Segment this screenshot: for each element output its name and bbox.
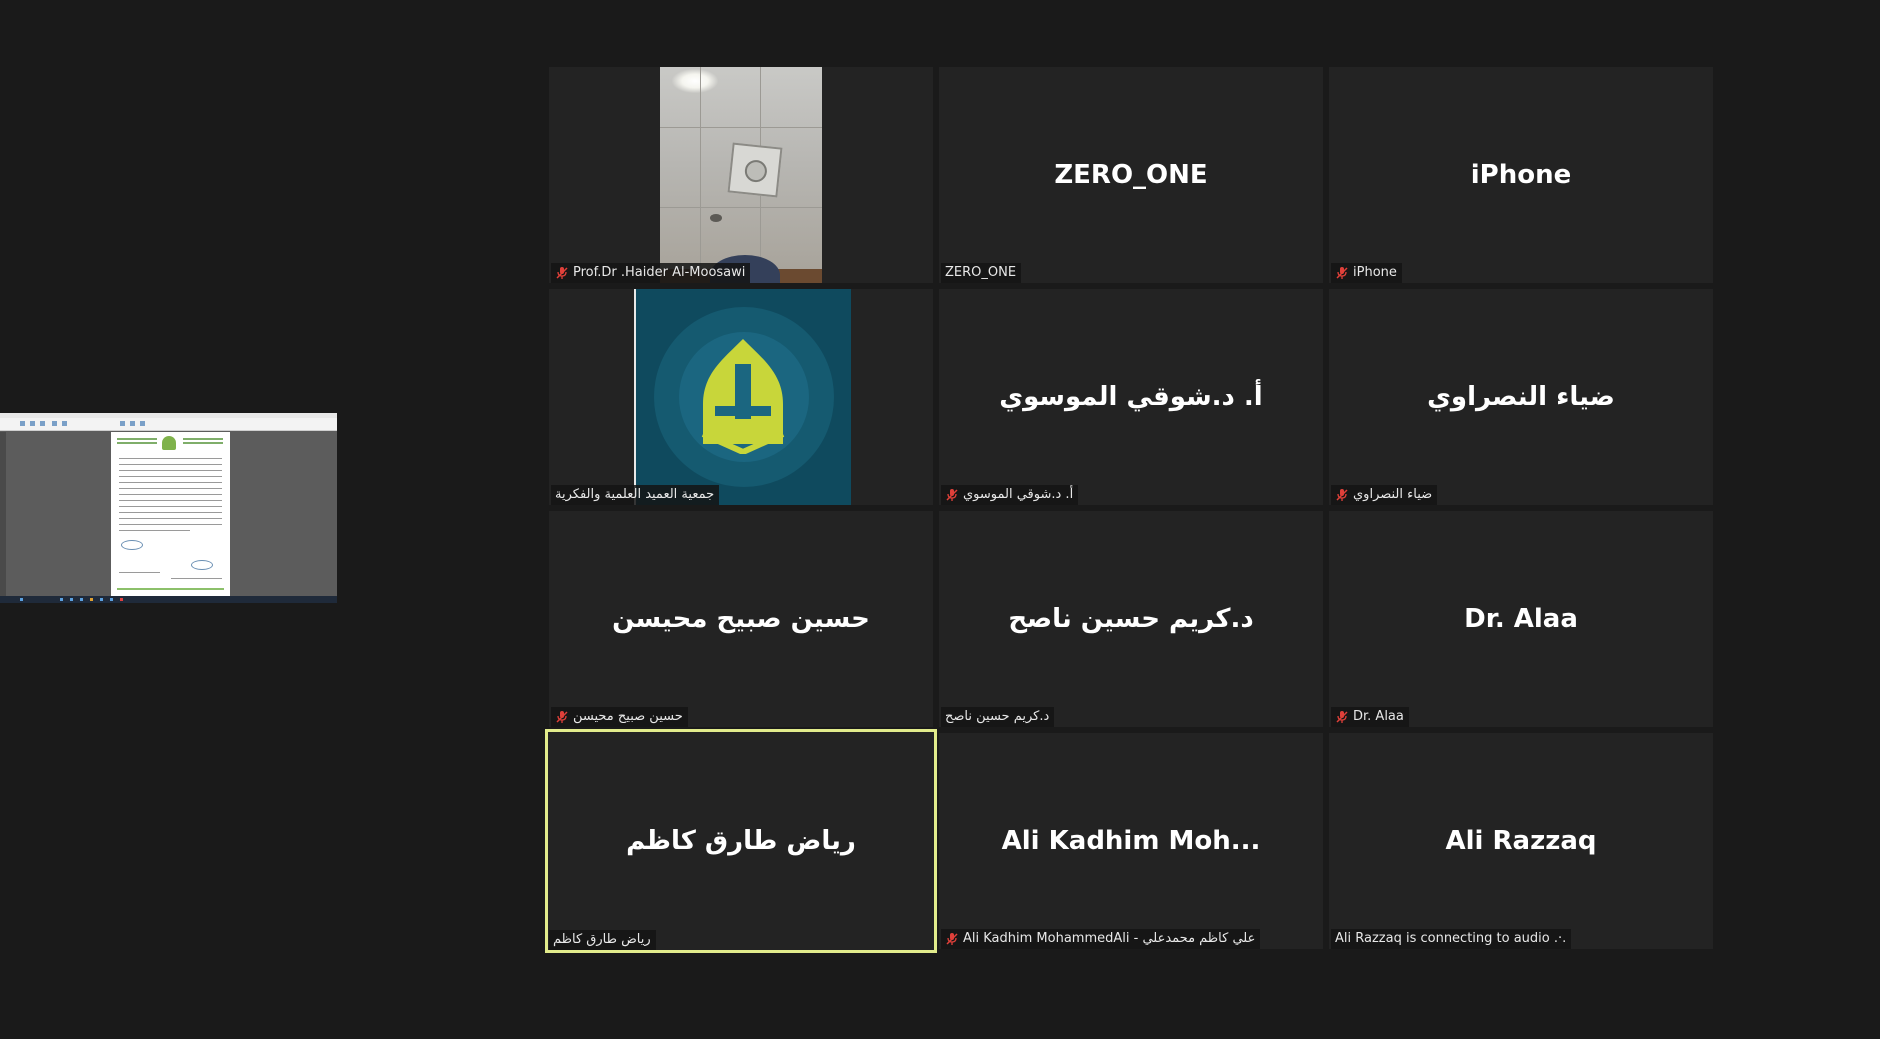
participant-profile-image xyxy=(634,289,851,505)
participant-name-tag: جمعية العميد العلمية والفكرية xyxy=(551,485,720,505)
participant-name-tag: أ. د.شوقي الموسوي xyxy=(941,485,1079,505)
document-logo-icon xyxy=(162,436,176,450)
participant-name-tag: Dr. Alaa xyxy=(1331,707,1409,727)
participant-name: جمعية العميد العلمية والفكرية xyxy=(555,487,715,502)
participant-name: رياض طارق كاظم xyxy=(553,932,651,947)
shared-document-page xyxy=(111,432,230,596)
microphone-muted-icon xyxy=(1336,489,1348,501)
participant-name: حسين صبيح محيسن xyxy=(573,709,683,724)
microphone-muted-icon xyxy=(556,267,568,279)
participant-status: Ali Razzaq is connecting to audio .·. xyxy=(1335,931,1567,946)
participant-name-tag: ZERO_ONE xyxy=(941,263,1022,283)
participant-tile-9[interactable]: Dr. Alaa Dr. Alaa xyxy=(1329,511,1713,727)
participant-display-name: حسين صبيح محيسن xyxy=(612,604,870,634)
microphone-muted-icon xyxy=(946,489,958,501)
ceiling-vent xyxy=(727,142,783,198)
participant-name-tag: حسين صبيح محيسن xyxy=(551,707,688,727)
participant-tile-5[interactable]: أ. د.شوقي الموسوي أ. د.شوقي الموسوي xyxy=(939,289,1323,505)
participant-tile-6[interactable]: ضياء النصراوي ضياء النصراوي xyxy=(1329,289,1713,505)
participant-display-name: رياض طارق كاظم xyxy=(626,826,856,856)
participant-display-name: أ. د.شوقي الموسوي xyxy=(999,382,1263,412)
participant-display-name: ضياء النصراوي xyxy=(1427,382,1615,412)
participant-video xyxy=(660,67,822,283)
share-toolbar xyxy=(0,418,337,431)
participant-name: Ali Kadhim MohammedAli - علي كاظم محمدعل… xyxy=(963,931,1256,946)
participant-name: ZERO_ONE xyxy=(945,265,1017,280)
microphone-muted-icon xyxy=(946,933,958,945)
participant-tile-3[interactable]: iPhone iPhone xyxy=(1329,67,1713,283)
participant-tile-4[interactable]: جمعية العميد العلمية والفكرية xyxy=(549,289,933,505)
microphone-muted-icon xyxy=(1336,267,1348,279)
participant-name: د.كريم حسين ناصح xyxy=(945,709,1050,724)
participant-display-name: Ali Kadhim Moh... xyxy=(1001,826,1261,856)
participant-display-name: Ali Razzaq xyxy=(1445,826,1597,856)
meeting-gallery-view: Prof.Dr .Haider Al-Moosawi ZERO_ONE ZERO… xyxy=(0,0,1880,1039)
participant-display-name: د.كريم حسين ناصح xyxy=(1008,604,1254,634)
participant-tile-1[interactable]: Prof.Dr .Haider Al-Moosawi xyxy=(549,67,933,283)
participant-name-tag: Ali Razzaq is connecting to audio .·. xyxy=(1331,929,1572,949)
participant-tile-8[interactable]: د.كريم حسين ناصح د.كريم حسين ناصح xyxy=(939,511,1323,727)
participant-tile-7[interactable]: حسين صبيح محيسن حسين صبيح محيسن xyxy=(549,511,933,727)
microphone-muted-icon xyxy=(1336,711,1348,723)
participant-name: أ. د.شوقي الموسوي xyxy=(963,487,1074,502)
participant-tile-2[interactable]: ZERO_ONE ZERO_ONE xyxy=(939,67,1323,283)
participant-display-name: iPhone xyxy=(1470,160,1572,190)
participant-display-name: Dr. Alaa xyxy=(1464,604,1578,634)
screen-share-thumbnail[interactable] xyxy=(0,413,337,603)
participant-name: Dr. Alaa xyxy=(1353,709,1404,724)
participant-name: iPhone xyxy=(1353,265,1397,280)
participant-name-tag: Ali Kadhim MohammedAli - علي كاظم محمدعل… xyxy=(941,929,1261,949)
participant-name-tag: رياض طارق كاظم xyxy=(549,930,656,950)
participant-name-tag: Prof.Dr .Haider Al-Moosawi xyxy=(551,263,751,283)
participant-name: Prof.Dr .Haider Al-Moosawi xyxy=(573,265,746,280)
share-taskbar xyxy=(0,596,337,603)
participant-name-tag: د.كريم حسين ناصح xyxy=(941,707,1055,727)
participant-tile-11[interactable]: Ali Kadhim Moh... Ali Kadhim MohammedAli… xyxy=(939,733,1323,949)
participant-name-tag: iPhone xyxy=(1331,263,1402,283)
participant-display-name: ZERO_ONE xyxy=(1054,160,1208,190)
participant-tile-10-active-speaker[interactable]: رياض طارق كاظم رياض طارق كاظم xyxy=(545,729,937,953)
organization-logo-icon xyxy=(701,339,785,454)
microphone-muted-icon xyxy=(556,711,568,723)
participant-name: ضياء النصراوي xyxy=(1353,487,1433,502)
share-sidebar xyxy=(0,432,6,596)
participant-name-tag: ضياء النصراوي xyxy=(1331,485,1438,505)
participant-tile-12[interactable]: Ali Razzaq Ali Razzaq is connecting to a… xyxy=(1329,733,1713,949)
